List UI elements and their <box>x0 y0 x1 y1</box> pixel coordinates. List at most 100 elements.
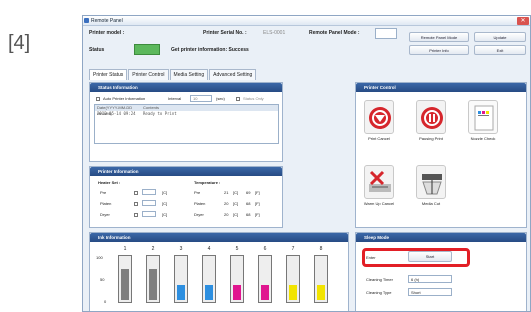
ink-slot-number: 2 <box>151 246 155 252</box>
tab-printer-control[interactable]: Printer Control <box>128 69 169 80</box>
ink-level-bar <box>118 255 132 303</box>
nozzle-check-button[interactable] <box>468 100 498 134</box>
log-date: 2013-05-14 09:24 <box>97 111 136 116</box>
ink-slot-number: 1 <box>123 246 127 252</box>
status-message: Get printer information: Success <box>171 47 249 53</box>
ink-slot-number: 8 <box>319 246 323 252</box>
ink-level-fill <box>149 269 157 300</box>
heater-set-input[interactable] <box>142 200 156 206</box>
auto-printer-info-checkbox[interactable] <box>96 97 100 101</box>
ink-level-bar <box>174 255 188 303</box>
heater-row-name: Platen <box>100 201 112 206</box>
heater-set-input[interactable] <box>142 211 156 217</box>
log-contents: Ready to Print <box>143 111 177 116</box>
exit-button[interactable]: Exit <box>474 45 526 55</box>
update-button[interactable]: Update <box>474 32 526 42</box>
tab-bar: Printer Status Printer Control Media Set… <box>89 69 257 80</box>
print-cancel-icon <box>369 107 391 129</box>
status-only-checkbox[interactable] <box>236 97 240 101</box>
printer-control-title: Printer Control <box>356 83 526 92</box>
temp-row-name: Dryer <box>194 212 204 217</box>
nozzle-check-label: Nozzle Check <box>470 136 496 141</box>
ink-level-fill <box>205 284 213 300</box>
pausing-print-label: Pausing Print <box>419 136 443 141</box>
temp-c-unit: [C] <box>233 212 239 217</box>
heater-checkbox[interactable] <box>134 202 138 206</box>
warm-up-cancel-button[interactable] <box>364 165 394 199</box>
close-icon[interactable]: ✕ <box>517 17 529 25</box>
ink-level-bar <box>258 255 272 303</box>
heater-set-unit: [C] <box>162 190 168 195</box>
step-label: [4] <box>8 32 31 54</box>
temp-c-value: 21 <box>224 190 229 195</box>
temp-c-value: 20 <box>224 201 229 206</box>
status-information-title: Status Information <box>90 83 282 92</box>
remote-panel-mode-label: Remote Panel Mode : <box>309 30 360 36</box>
print-cancel-button[interactable] <box>364 100 394 134</box>
interval-select[interactable]: 10 <box>190 95 212 102</box>
ink-axis-50: 50 <box>100 277 105 282</box>
heater-checkbox[interactable] <box>134 213 138 217</box>
auto-printer-info-label: Auto Printer Information <box>103 96 146 101</box>
printer-information-title: Printer Information <box>90 167 282 176</box>
interval-label: Interval <box>168 96 182 101</box>
app-icon <box>84 18 89 23</box>
temp-row-name: Pre <box>194 190 201 195</box>
ink-information-panel: Ink Information 100 50 0 1 2 3 4 5 6 7 8 <box>89 232 349 311</box>
media-cut-button[interactable] <box>416 165 446 199</box>
printer-info-button[interactable]: Printer Info <box>409 45 469 55</box>
ink-level-bar <box>286 255 300 303</box>
tab-advanced-setting[interactable]: Advanced Setting <box>209 69 257 80</box>
heater-checkbox[interactable] <box>134 191 138 195</box>
pausing-print-button[interactable] <box>416 100 446 134</box>
temp-f-value: 69 <box>246 190 251 195</box>
ink-axis-0: 0 <box>104 299 107 304</box>
ink-slot-number: 7 <box>291 246 295 252</box>
status-only-label: Status Only <box>243 96 264 101</box>
printer-serial-value: ELS-0001 <box>263 30 286 36</box>
heater-set-unit: [C] <box>162 212 168 217</box>
printer-serial-label: Printer Serial No. : <box>203 30 247 36</box>
temperature-label: Temperature : <box>194 180 221 185</box>
tab-media-setting[interactable]: Media Setting <box>169 69 209 80</box>
status-log-table: Date(YYYY-MM-DD HH:MM) Contents 2013-05-… <box>94 104 279 144</box>
print-cancel-label: Print Cancel <box>368 136 390 141</box>
media-cut-icon <box>422 174 442 195</box>
heater-set-unit: [C] <box>162 201 168 206</box>
status-label: Status <box>89 47 105 53</box>
ink-level-bar <box>314 255 328 303</box>
heater-row-name: Dryer <box>100 212 110 217</box>
tab-printer-status[interactable]: Printer Status <box>89 69 128 80</box>
cleaning-type-label: Cleaning Type <box>366 290 392 295</box>
remote-panel-mode-field[interactable] <box>375 28 397 39</box>
printer-control-panel: Printer Control Print Cancel Pausing Pri… <box>355 82 527 228</box>
temp-f-value: 68 <box>246 201 251 206</box>
cleaning-timer-label: Cleaning Timer <box>366 277 393 282</box>
heater-set-input[interactable] <box>142 189 156 195</box>
temp-c-unit: [C] <box>233 190 239 195</box>
ink-level-bar <box>202 255 216 303</box>
title-bar: Remote Panel ✕ <box>83 16 530 26</box>
cleaning-timer-select[interactable]: 6 (h) <box>408 275 452 283</box>
nozzle-check-icon <box>474 105 494 131</box>
heater-row-name: Pre <box>100 190 107 195</box>
printer-model-label: Printer model : <box>89 30 125 36</box>
table-row: 2013-05-14 09:24 Ready to Print <box>95 111 278 117</box>
status-information-panel: Status Information Auto Printer Informat… <box>89 82 283 162</box>
window-title: Remote Panel <box>91 18 123 24</box>
ink-level-fill <box>261 284 269 300</box>
remote-panel-mode-button[interactable]: Remote Panel Mode <box>409 32 469 42</box>
temp-row-name: Platen <box>194 201 206 206</box>
cleaning-type-select[interactable]: Short <box>408 288 452 296</box>
ink-level-fill <box>233 284 241 300</box>
ink-level-fill <box>121 269 129 300</box>
ink-level-fill <box>177 284 185 300</box>
ink-slot-number: 3 <box>179 246 183 252</box>
ink-slot-number: 6 <box>263 246 267 252</box>
ink-information-title: Ink Information <box>90 233 348 242</box>
status-indicator <box>134 44 160 55</box>
ink-level-bar <box>146 255 160 303</box>
remote-panel-window: Remote Panel ✕ Printer model : Printer S… <box>82 15 531 312</box>
ink-slot-number: 4 <box>207 246 211 252</box>
pause-icon <box>421 107 443 129</box>
